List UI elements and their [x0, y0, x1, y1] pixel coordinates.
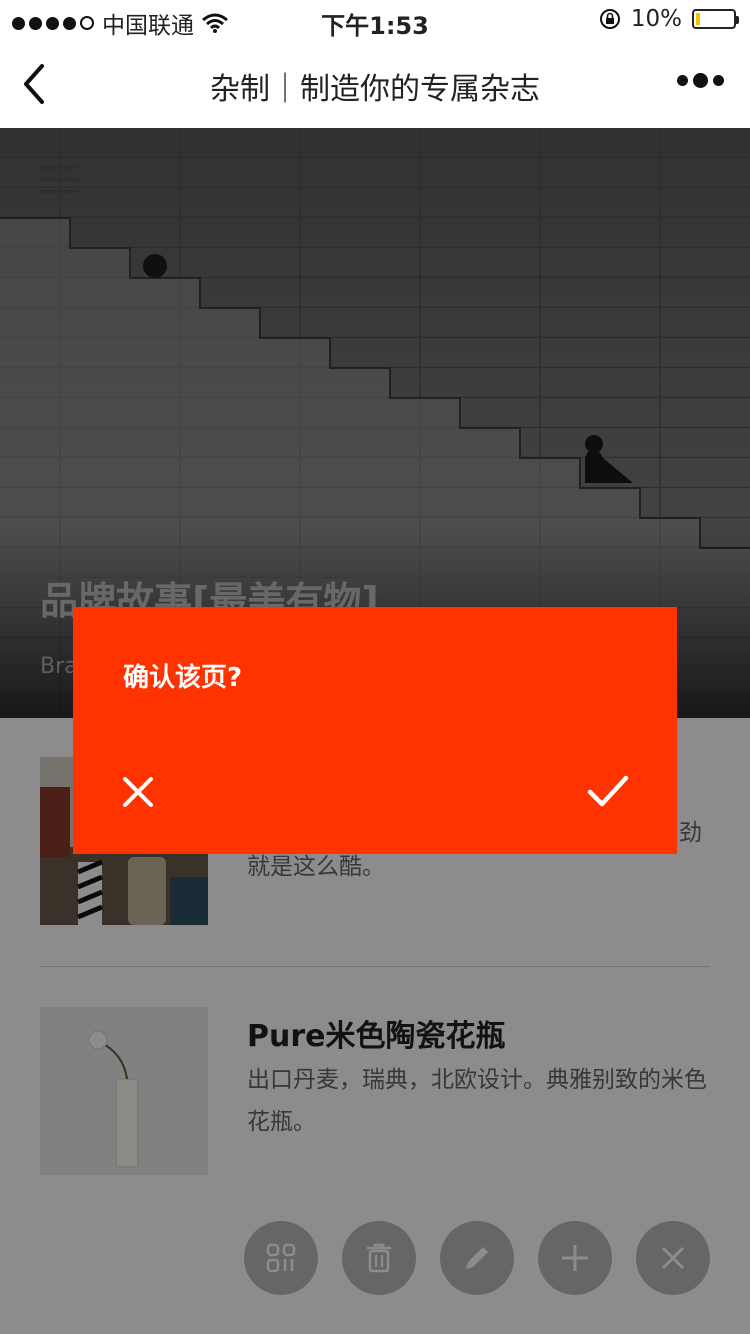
- dialog-message: 确认该页?: [123, 663, 243, 693]
- rotation-lock-icon: [599, 9, 620, 29]
- confirm-dialog: 确认该页?: [73, 607, 677, 854]
- battery-percent: 10%: [630, 6, 682, 32]
- checkmark-icon[interactable]: [587, 773, 629, 809]
- more-options-icon[interactable]: [677, 73, 724, 88]
- cancel-icon[interactable]: [121, 775, 155, 809]
- page-title: 杂制｜制造你的专属杂志: [210, 72, 540, 107]
- battery-icon: [692, 9, 739, 29]
- nav-bar: 杂制｜制造你的专属杂志: [0, 40, 750, 128]
- status-bar: 中国联通 下午1:53 10%: [0, 0, 750, 40]
